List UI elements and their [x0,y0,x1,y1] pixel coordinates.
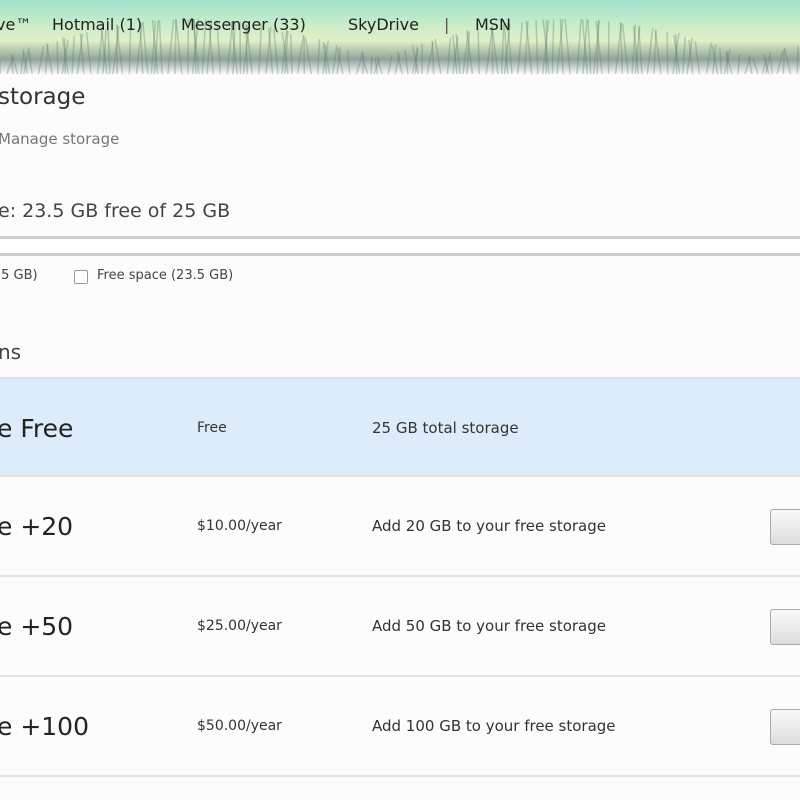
plan-row: e Free Free 25 GB total storage [0,377,800,477]
nav-msn[interactable]: MSN [475,15,511,34]
plan-name: e +20 [0,512,74,541]
legend-used: .5 GB) [0,268,38,283]
nav-messenger[interactable]: Messenger (33) [181,15,306,34]
plan-desc: Add 20 GB to your free storage [372,517,606,535]
plan-desc: Add 100 GB to your free storage [372,717,616,735]
plan-row: e +100 $50.00/year Add 100 GB to your fr… [0,677,800,777]
storage-usage: e: 23.5 GB free of 25 GB [0,200,231,222]
plan-price: $25.00/year [197,618,282,634]
plan-row: e +20 $10.00/year Add 20 GB to your free… [0,477,800,577]
page-title: storage [0,84,86,110]
nav-windows-live[interactable]: ve™ [0,15,31,34]
plan-name: e +100 [0,712,89,741]
plan-name: e +50 [0,612,74,641]
buy-button[interactable] [770,509,800,545]
breadcrumb[interactable]: Manage storage [0,130,119,148]
plan-price: $50.00/year [197,718,282,734]
plan-price: $10.00/year [197,518,282,534]
plan-name: e Free [0,414,74,443]
plan-price: Free [197,420,227,436]
grass-decoration [0,18,799,74]
plan-desc: Add 50 GB to your free storage [372,617,606,635]
legend-free-swatch [74,270,88,284]
header-banner: ve™ Hotmail (1) Messenger (33) SkyDrive … [0,0,800,74]
nav-skydrive[interactable]: SkyDrive [348,15,419,34]
buy-button[interactable] [770,709,800,745]
nav-separator: | [444,15,450,34]
section-heading: ns [0,340,22,364]
buy-button[interactable] [770,609,800,645]
plan-desc: 25 GB total storage [372,419,519,437]
plan-row: e +50 $25.00/year Add 50 GB to your free… [0,577,800,677]
legend-free: Free space (23.5 GB) [97,268,234,283]
storage-bar [0,236,800,256]
nav-hotmail[interactable]: Hotmail (1) [52,15,142,34]
